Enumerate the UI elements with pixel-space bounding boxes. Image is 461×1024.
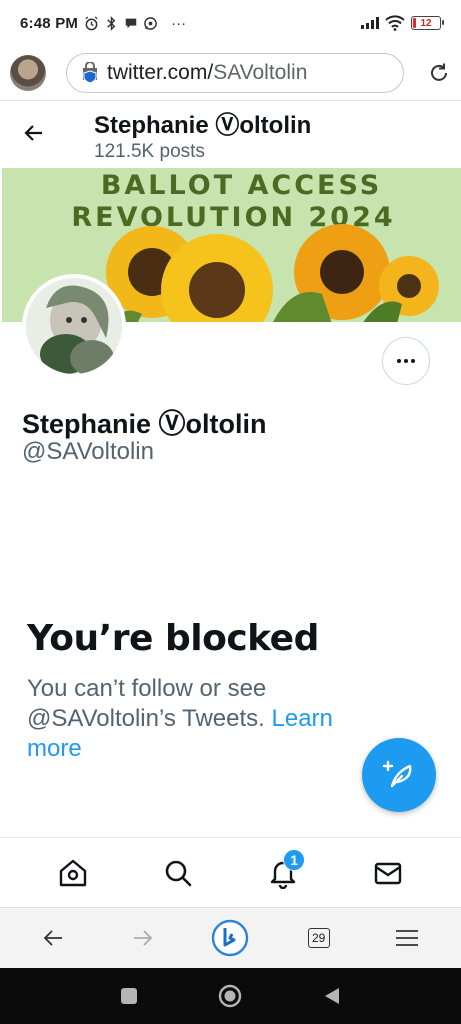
profile-header: Stephanie Ⓥoltolin 121.5K posts xyxy=(0,100,461,168)
tabs-button[interactable]: 29 xyxy=(295,914,343,962)
menu-icon xyxy=(395,930,418,946)
nav-notifications[interactable]: 1 xyxy=(259,848,307,897)
wifi-icon xyxy=(385,15,405,31)
status-left: 6:48 PM ··· xyxy=(20,15,186,32)
notifications-badge: 1 xyxy=(283,848,306,871)
chat-bubble-icon xyxy=(125,18,137,29)
browser-forward-button[interactable] xyxy=(118,914,166,962)
tabs-icon: 29 xyxy=(307,928,330,948)
back-arrow-icon[interactable] xyxy=(22,121,46,145)
whatsapp-icon xyxy=(144,16,157,30)
feather-plus-icon xyxy=(382,760,412,788)
bing-icon xyxy=(212,919,249,957)
bing-chat-button[interactable] xyxy=(206,914,254,962)
search-icon xyxy=(165,860,192,886)
more-dot-icon xyxy=(411,359,415,363)
header-post-count: 121.5K posts xyxy=(94,141,205,162)
browser-back-button[interactable] xyxy=(30,914,78,962)
signal-icon xyxy=(361,17,379,29)
more-options-button[interactable] xyxy=(382,337,430,385)
browser-profile-avatar[interactable] xyxy=(10,55,46,91)
profile-handle: @SAVoltolin xyxy=(22,438,154,465)
profile-display-name: Stephanie Ⓥoltolin xyxy=(22,409,267,439)
reload-icon[interactable] xyxy=(427,61,451,85)
battery-icon: 12 xyxy=(411,16,444,30)
status-right: 12 xyxy=(361,15,444,31)
blocked-title: You’re blocked xyxy=(27,618,319,659)
forward-arrow-icon xyxy=(134,930,153,946)
home-circle-icon[interactable] xyxy=(218,984,242,1008)
banner-text-line1: BALLOT ACCESS xyxy=(100,170,383,201)
compose-tweet-button[interactable] xyxy=(362,738,436,812)
system-back-icon[interactable] xyxy=(323,986,341,1006)
site-shield-icon[interactable] xyxy=(81,62,99,84)
recents-icon[interactable] xyxy=(120,987,138,1005)
home-icon xyxy=(59,859,86,886)
more-notifications-indicator: ··· xyxy=(171,14,187,32)
bluetooth-off-icon xyxy=(107,15,116,31)
status-time: 6:48 PM xyxy=(20,14,79,32)
browser-menu-button[interactable] xyxy=(383,914,431,962)
system-nav-bar xyxy=(0,968,461,1024)
notification-icons: ··· xyxy=(84,15,186,32)
url-path: SAVoltolin xyxy=(213,61,308,84)
header-display-name: Stephanie Ⓥoltolin xyxy=(94,112,312,139)
nav-messages[interactable] xyxy=(364,849,412,897)
battery-level: 12 xyxy=(420,17,432,29)
alarm-icon xyxy=(85,15,98,30)
blocked-message: You can’t follow or see @SAVoltolin’s Tw… xyxy=(27,674,387,764)
blocked-message-text: You can’t follow or see @SAVoltolin’s Tw… xyxy=(27,675,267,732)
profile-avatar[interactable] xyxy=(22,274,126,378)
profile-photo xyxy=(26,278,122,374)
back-arrow-icon xyxy=(43,930,63,946)
twitter-bottom-nav: 1 xyxy=(0,837,461,907)
nav-home[interactable] xyxy=(49,849,97,897)
mail-icon xyxy=(375,862,402,884)
address-bar[interactable]: twitter.com/SAVoltolin xyxy=(66,53,404,93)
browser-bottom-toolbar: 29 xyxy=(0,907,461,968)
nav-search[interactable] xyxy=(154,849,202,897)
url-host: twitter.com/ xyxy=(107,61,214,84)
browser-toolbar: twitter.com/SAVoltolin xyxy=(0,46,461,100)
more-dot-icon xyxy=(404,359,408,363)
status-bar: 6:48 PM ··· 12 xyxy=(0,0,461,46)
more-dot-icon xyxy=(397,359,401,363)
